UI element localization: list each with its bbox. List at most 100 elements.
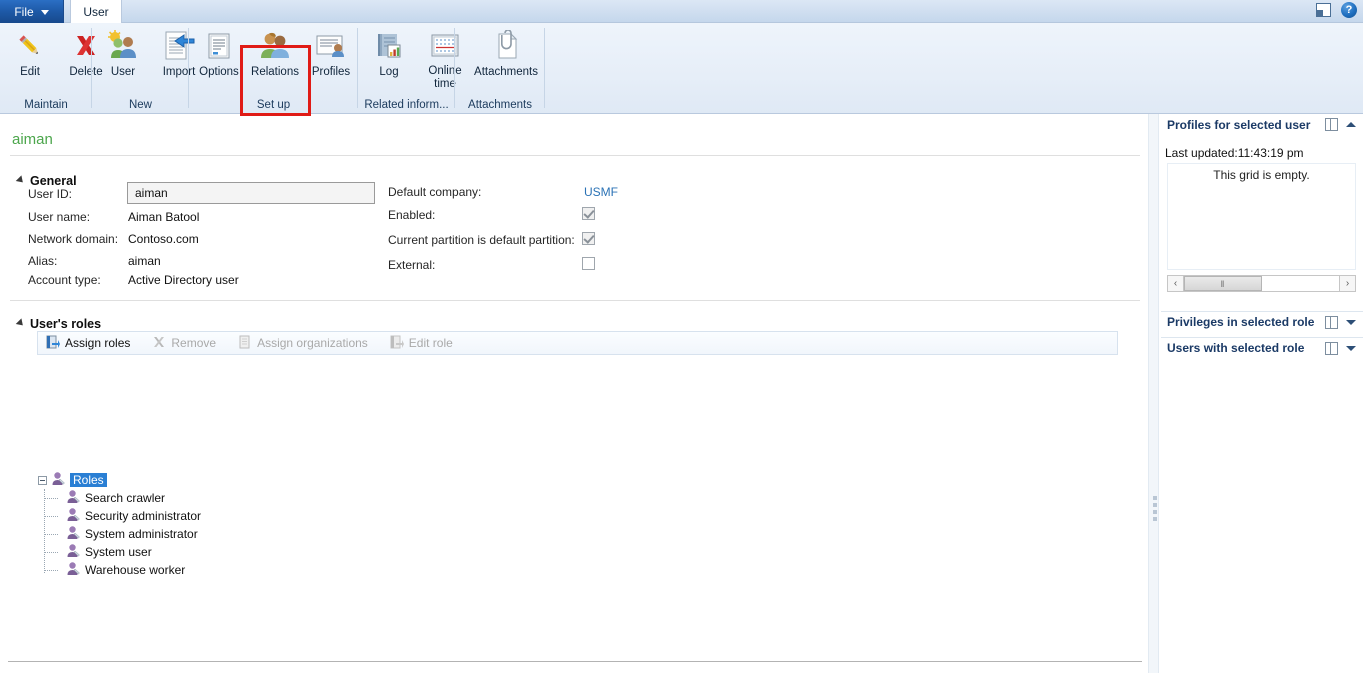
- role-person-icon: [51, 471, 66, 489]
- ribbon-group-setup-label: Set up: [256, 99, 291, 111]
- tree-connector: [44, 516, 58, 517]
- field-label-enabled: Enabled:: [388, 208, 436, 222]
- toolbar-remove[interactable]: Remove: [152, 335, 216, 352]
- default-company-link[interactable]: USMF: [584, 185, 618, 199]
- section-header-users-roles[interactable]: User's roles: [15, 317, 102, 331]
- ribbon-button-profiles-label: Profiles: [311, 66, 351, 78]
- roles-tree: Roles Search crawler Security administra…: [36, 471, 201, 579]
- panel-splitter[interactable]: [1148, 114, 1159, 673]
- grid-view-icon[interactable]: [1325, 341, 1338, 355]
- tree-connector: [44, 552, 58, 553]
- section-header-general-label: General: [30, 174, 77, 188]
- role-person-icon: [66, 507, 81, 525]
- remove-x-icon: [152, 335, 166, 352]
- role-person-icon: [66, 525, 81, 543]
- ribbon-group-new-label: New: [128, 99, 152, 111]
- ribbon-button-options-label: Options: [199, 66, 239, 78]
- field-label-external: External:: [388, 258, 436, 272]
- grid-view-icon[interactable]: [1325, 315, 1338, 329]
- scroll-right-arrow-icon[interactable]: ›: [1339, 276, 1355, 291]
- external-checkbox[interactable]: [582, 257, 595, 270]
- chevron-down-icon[interactable]: [1346, 319, 1356, 325]
- tree-connector: [44, 534, 58, 535]
- tree-connector: [44, 498, 58, 499]
- ribbon-button-attachments[interactable]: Attachments: [471, 23, 541, 91]
- chevron-down-icon[interactable]: [1346, 345, 1356, 351]
- pencil-icon: [15, 27, 45, 65]
- chevron-up-icon[interactable]: [1346, 122, 1356, 127]
- section-header-general[interactable]: General: [15, 174, 77, 188]
- toolbar-assign-roles[interactable]: Assign roles: [46, 335, 130, 352]
- field-label-user-name: User name:: [28, 210, 91, 224]
- role-person-icon: [66, 561, 81, 579]
- ribbon-group-related-information-label: Related inform...: [364, 99, 449, 111]
- toolbar-remove-label: Remove: [171, 336, 217, 350]
- ribbon-group-maintain-label: Maintain: [24, 99, 68, 111]
- ribbon-button-user[interactable]: User: [95, 23, 151, 91]
- enabled-checkbox[interactable]: [582, 207, 595, 220]
- pane-toggle-icon[interactable]: [1316, 3, 1331, 17]
- field-label-alias: Alias:: [28, 254, 58, 268]
- profiles-grid[interactable]: This grid is empty.: [1167, 163, 1356, 270]
- ribbon: Edit Delete Maintain User Import New Opt…: [0, 23, 1363, 116]
- field-label-network-domain: Network domain:: [28, 232, 119, 246]
- scrollbar-thumb[interactable]: ‖: [1184, 276, 1262, 291]
- ribbon-button-log-label: Log: [379, 66, 399, 78]
- ribbon-group-setup: Options Relations Profiles Set up: [189, 23, 358, 114]
- toolbar-edit-role-label: Edit role: [408, 336, 453, 350]
- tree-node-role[interactable]: Warehouse worker: [66, 561, 201, 579]
- window-tab-strip: File User ?: [0, 0, 1363, 23]
- ribbon-button-edit[interactable]: Edit: [2, 23, 58, 91]
- tree-node-role[interactable]: Search crawler: [66, 489, 201, 507]
- right-panel-section-privileges[interactable]: Privileges in selected role: [1161, 311, 1363, 332]
- ribbon-button-user-label: User: [110, 66, 136, 78]
- toolbar-assign-organizations[interactable]: Assign organizations: [238, 335, 368, 352]
- tree-node-role[interactable]: Security administrator: [66, 507, 201, 525]
- file-menu-tab[interactable]: File: [0, 0, 64, 23]
- ribbon-button-attachments-label: Attachments: [474, 66, 538, 78]
- tab-user[interactable]: User: [70, 0, 122, 23]
- chevron-down-icon: [40, 10, 49, 15]
- toolbar-assign-roles-label: Assign roles: [65, 336, 131, 350]
- roles-toolbar: Assign roles Remove Assign organizations…: [37, 331, 1118, 355]
- right-panel-section-privileges-label: Privileges in selected role: [1167, 315, 1315, 329]
- field-value-user-name: Aiman Batool: [128, 210, 200, 224]
- tree-node-roles-root[interactable]: Roles: [38, 471, 201, 489]
- field-label-user-id: User ID:: [28, 187, 73, 201]
- section-header-users-roles-label: User's roles: [30, 317, 102, 331]
- scroll-left-arrow-icon[interactable]: ‹: [1168, 276, 1184, 291]
- tree-node-role[interactable]: System user: [66, 543, 201, 561]
- assign-organizations-icon: [238, 335, 252, 352]
- toolbar-edit-role[interactable]: Edit role: [390, 335, 453, 352]
- ribbon-group-new: User Import New: [92, 23, 195, 114]
- field-label-current-partition: Current partition is default partition:: [388, 233, 575, 247]
- page-title: aiman: [12, 131, 53, 148]
- ribbon-button-profiles[interactable]: Profiles: [303, 23, 359, 91]
- tree-node-role-label: System administrator: [85, 527, 198, 541]
- collapse-expander-icon[interactable]: [38, 475, 47, 485]
- tree-node-roles-root-label: Roles: [70, 473, 107, 487]
- paperclip-document-icon: [491, 27, 521, 65]
- field-label-default-company: Default company:: [388, 185, 482, 199]
- assign-roles-icon: [46, 335, 60, 352]
- options-document-icon: [204, 27, 234, 65]
- scrollbar-track[interactable]: ‖: [1184, 276, 1339, 291]
- right-panel-section-users[interactable]: Users with selected role: [1161, 337, 1363, 358]
- profiles-grid-horizontal-scrollbar[interactable]: ‹ ‖ ›: [1167, 275, 1356, 292]
- ribbon-group-related-information: Log Online time Related inform...: [358, 23, 462, 114]
- ribbon-button-log[interactable]: Log: [361, 23, 417, 91]
- ribbon-button-relations[interactable]: Relations: [247, 23, 303, 91]
- right-panel-section-profiles[interactable]: Profiles for selected user: [1161, 114, 1363, 135]
- grid-view-icon[interactable]: [1325, 118, 1338, 131]
- ribbon-group-attachments: Attachments Attachments: [455, 23, 545, 114]
- help-icon[interactable]: ?: [1341, 2, 1357, 18]
- toolbar-assign-organizations-label: Assign organizations: [257, 336, 368, 350]
- ribbon-button-options[interactable]: Options: [191, 23, 247, 91]
- tree-node-role[interactable]: System administrator: [66, 525, 201, 543]
- user-id-input[interactable]: aiman: [127, 182, 375, 204]
- new-user-icon: [106, 27, 140, 65]
- tree-node-role-label: System user: [85, 545, 152, 559]
- current-partition-checkbox[interactable]: [582, 232, 595, 245]
- field-value-network-domain: Contoso.com: [128, 232, 199, 246]
- collapse-triangle-icon: [15, 318, 26, 329]
